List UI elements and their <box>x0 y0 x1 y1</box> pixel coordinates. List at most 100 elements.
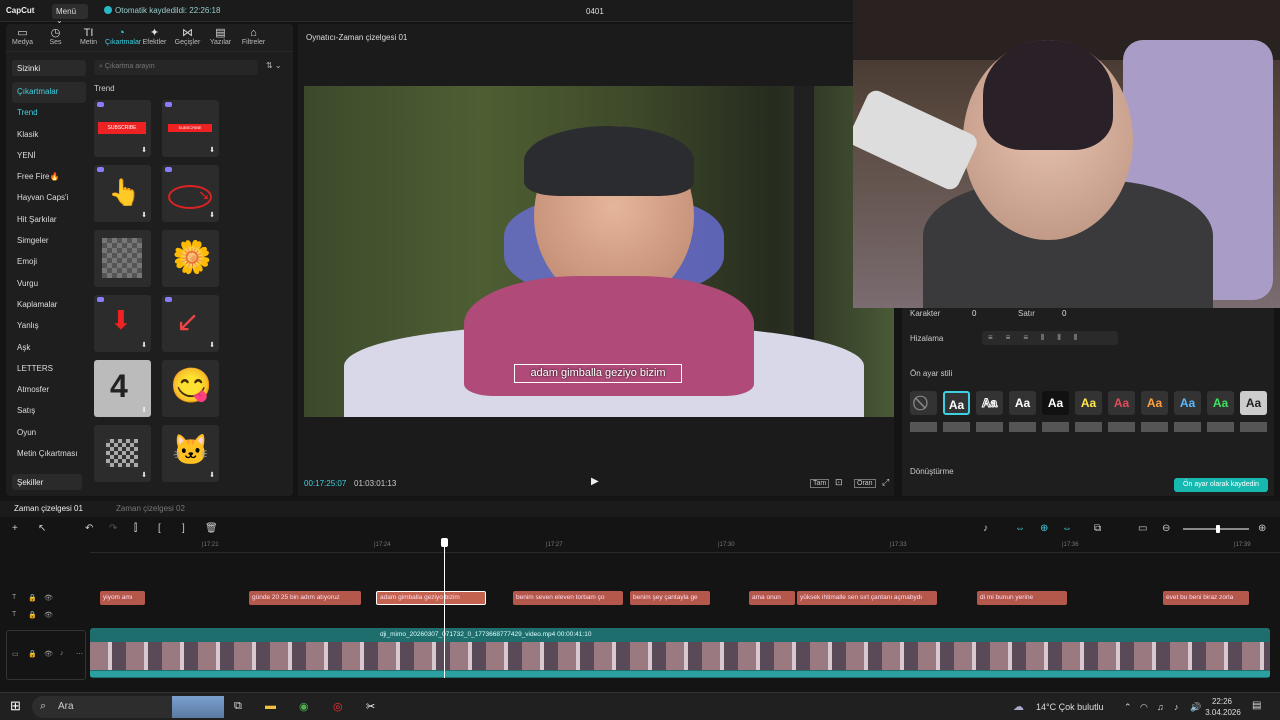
split-icon[interactable]: ⫿ <box>134 523 137 534</box>
tab-filters[interactable]: ⌂ Filtreler <box>237 24 270 51</box>
play-button[interactable]: ▶ <box>591 476 599 487</box>
filter-button[interactable]: ⇅ ⌄ <box>266 61 282 70</box>
tab-text[interactable]: TI Metin <box>72 24 105 51</box>
sticker-item[interactable]: SUBSCRIBE ⬇ <box>162 100 219 157</box>
sticker-search-input[interactable]: ⌕ Çıkartma arayın <box>94 60 258 75</box>
save-preset-button[interactable]: Ön ayar olarak kaydedin <box>1174 478 1268 492</box>
category-item[interactable]: Aşk <box>12 338 86 359</box>
sticker-item[interactable]: 🐱 ⬇ <box>162 425 219 482</box>
category-item[interactable]: Vurgu <box>12 274 86 295</box>
wifi-icon[interactable]: ◠ <box>1140 702 1148 713</box>
category-shapes[interactable]: Şekiller <box>12 474 82 490</box>
notifications-icon[interactable]: ▤ <box>1252 700 1261 711</box>
category-item[interactable]: Emoji <box>12 252 86 273</box>
text-clip[interactable]: di mi bunun yerine <box>977 591 1067 605</box>
text-clip[interactable]: yüksek ihtimalle sen sırt çantanı açmaby… <box>797 591 937 605</box>
tab-captions[interactable]: ▤ Yazılar <box>204 24 237 51</box>
capcut-icon[interactable]: ✂ <box>366 700 375 713</box>
tray-chevron-icon[interactable]: ⌃ <box>1124 702 1132 713</box>
text-clip[interactable]: yiyom amı <box>100 591 145 605</box>
category-item[interactable]: YENİ <box>12 146 86 167</box>
sticker-item[interactable]: SUBSCRIBE ⬇ <box>94 100 151 157</box>
snap-icon[interactable]: ⇔ <box>1062 523 1072 534</box>
video-clip[interactable]: dji_mimo_20260307_071732_0_1773668777429… <box>90 628 1270 678</box>
mic-record-icon[interactable]: ♪ <box>983 523 988 534</box>
delete-icon[interactable]: 🗑 <box>205 523 218 534</box>
undo-icon[interactable]: ↶ <box>85 523 93 534</box>
zoom-out-icon[interactable]: ⊖ <box>1162 523 1170 534</box>
sticker-item[interactable]: ➘ ⬇ <box>162 165 219 222</box>
category-item[interactable]: Hayvan Caps'i <box>12 188 86 209</box>
eye-icon[interactable]: 👁 <box>44 594 53 602</box>
obs-icon[interactable]: ◎ <box>333 700 343 713</box>
sticker-item[interactable]: ⬇ ⬇ <box>94 295 151 352</box>
sticker-item[interactable]: 🌼 <box>162 230 219 287</box>
download-icon[interactable]: ⬇ <box>141 211 147 219</box>
sticker-item[interactable]: ↙ ⬇ <box>162 295 219 352</box>
download-icon[interactable]: ⬇ <box>141 406 147 414</box>
speaker-icon[interactable]: ♫ <box>1157 702 1164 712</box>
text-clip[interactable]: günde 20 25 bin adım atıyoruz <box>249 591 361 605</box>
sticker-item[interactable]: 😋 <box>162 360 219 417</box>
category-section[interactable]: Çıkartmalar <box>12 82 86 104</box>
text-clip[interactable]: benim şey çantayla ge <box>630 591 710 605</box>
compare-icon[interactable]: ⧉ <box>1094 523 1101 534</box>
swatch-preset[interactable]: Aa <box>1009 391 1036 415</box>
category-item[interactable]: Kaplamalar <box>12 295 86 316</box>
category-item[interactable]: Trend <box>12 103 86 124</box>
time-ruler[interactable]: |17:21 |17:24 |17:27 |17:30 |17:33 |17:3… <box>90 539 1280 553</box>
zoom-slider-handle[interactable] <box>1216 525 1220 533</box>
download-icon[interactable]: ⬇ <box>141 146 147 154</box>
download-icon[interactable]: ⬇ <box>209 341 215 349</box>
swatch-preset[interactable]: Aa <box>943 391 970 415</box>
download-icon[interactable]: ⬇ <box>209 211 215 219</box>
clock-date[interactable]: 3.04.2026 <box>1202 708 1244 717</box>
eye-icon[interactable]: 👁 <box>44 611 53 619</box>
category-item[interactable]: Oyun <box>12 423 86 444</box>
download-icon[interactable]: ⬇ <box>209 471 215 479</box>
category-item[interactable]: Free Fire🔥 <box>12 167 86 188</box>
sticker-item[interactable] <box>94 230 151 287</box>
tab-audio[interactable]: ◷ Ses <box>39 24 72 51</box>
swatch-preset[interactable]: Aa <box>976 391 1003 415</box>
category-item[interactable]: Satış <box>12 401 86 422</box>
download-icon[interactable]: ⬇ <box>209 146 215 154</box>
category-item[interactable]: Simgeler <box>12 231 86 252</box>
swatch-preset[interactable]: Aa <box>1141 391 1168 415</box>
cover-slot[interactable] <box>6 630 86 680</box>
mic-icon[interactable]: ♪ <box>1174 702 1179 712</box>
sticker-item[interactable]: 👆 ⬇ <box>94 165 151 222</box>
select-tool-icon[interactable]: ↖ <box>38 523 46 534</box>
caption-text-box[interactable]: adam gimballa geziyo bizim <box>514 364 682 383</box>
source-dropdown[interactable]: Sizinki <box>12 60 86 76</box>
magnet-icon[interactable]: ⊕ <box>1040 523 1048 534</box>
category-item[interactable]: Hit Şarkılar <box>12 210 86 231</box>
text-clip[interactable]: ama onun <box>749 591 795 605</box>
trim-right-icon[interactable]: ] <box>182 523 185 534</box>
swatch-preset[interactable]: Aa <box>1240 391 1267 415</box>
char-spacing-input[interactable]: 0 <box>972 309 976 318</box>
video-preview[interactable]: adam gimballa geziyo bizim <box>304 86 894 417</box>
timeline-tab-1[interactable]: Zaman çizelgesi 01 <box>14 504 83 513</box>
volume-icon[interactable]: 🔊 <box>1190 702 1201 713</box>
category-item[interactable]: Metin Çıkartması <box>12 444 86 465</box>
link-icon[interactable]: ⇔ <box>1015 523 1025 534</box>
crop-icon[interactable]: ⊡ <box>835 477 843 488</box>
sticker-item[interactable]: ⬇ <box>94 425 151 482</box>
expand-icon[interactable]: ⤢ <box>882 477 889 488</box>
swatch-none[interactable]: ⃠ <box>910 391 937 415</box>
zoom-in-icon[interactable]: ⊕ <box>1258 523 1266 534</box>
alignment-buttons[interactable]: ≡≡≡⫴⫴⫴ <box>982 331 1118 345</box>
category-item[interactable]: Yanlış <box>12 316 86 337</box>
preview-icon[interactable]: ▭ <box>1138 523 1147 534</box>
ratio-button[interactable]: Oran <box>854 479 876 488</box>
tab-transitions[interactable]: ⋈ Geçişler <box>171 24 204 51</box>
zoom-slider[interactable] <box>1183 525 1249 533</box>
tab-stickers[interactable]: ◔ Çıkartmalar <box>105 24 141 51</box>
category-item[interactable]: LETTERS <box>12 359 86 380</box>
windows-start-icon[interactable]: ⊞ <box>10 698 21 714</box>
swatch-preset[interactable]: Aa <box>1207 391 1234 415</box>
clock-time[interactable]: 22:26 <box>1206 697 1238 706</box>
download-icon[interactable]: ⬇ <box>141 341 147 349</box>
download-icon[interactable]: ⬇ <box>141 471 147 479</box>
